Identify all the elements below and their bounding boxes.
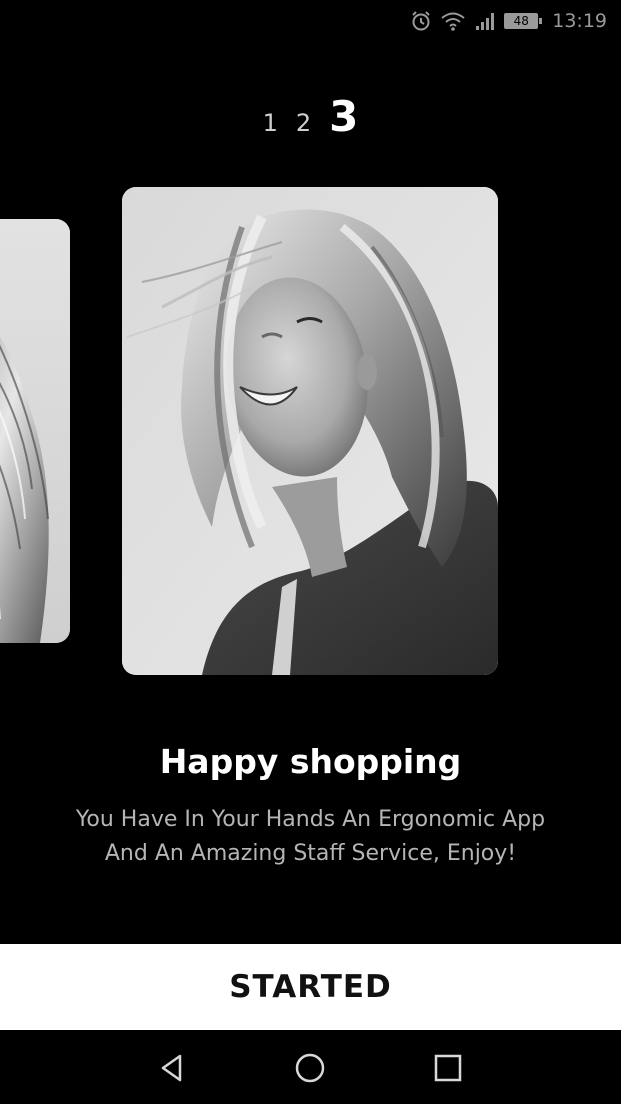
page-indicator-1[interactable]: 1	[263, 109, 278, 137]
battery-icon: 48	[504, 13, 543, 29]
battery-level: 48	[513, 14, 529, 28]
recent-apps-icon[interactable]	[428, 1048, 468, 1088]
page-indicator: 1 2 3	[0, 92, 621, 141]
onboarding-screen: 48 13:19 1 2 3 Happy shopping You Have I…	[0, 0, 621, 1104]
started-button[interactable]: STARTED	[0, 944, 621, 1030]
slide-image	[122, 187, 498, 675]
page-indicator-3[interactable]: 3	[329, 92, 358, 141]
previous-slide-image[interactable]	[0, 219, 70, 643]
back-icon[interactable]	[152, 1048, 192, 1088]
navigation-bar	[0, 1030, 621, 1104]
alarm-icon	[410, 10, 432, 32]
status-bar: 48 13:19	[0, 0, 621, 42]
page-indicator-2[interactable]: 2	[296, 109, 311, 137]
slide-description: You Have In Your Hands An Ergonomic App …	[75, 807, 546, 866]
signal-icon	[474, 10, 496, 32]
wifi-icon	[440, 10, 466, 32]
slide-title: Happy shopping	[159, 742, 462, 781]
status-icons: 48 13:19	[410, 8, 607, 34]
started-button-label: STARTED	[229, 969, 392, 1005]
status-time: 13:19	[552, 10, 607, 32]
home-icon[interactable]	[290, 1048, 330, 1088]
